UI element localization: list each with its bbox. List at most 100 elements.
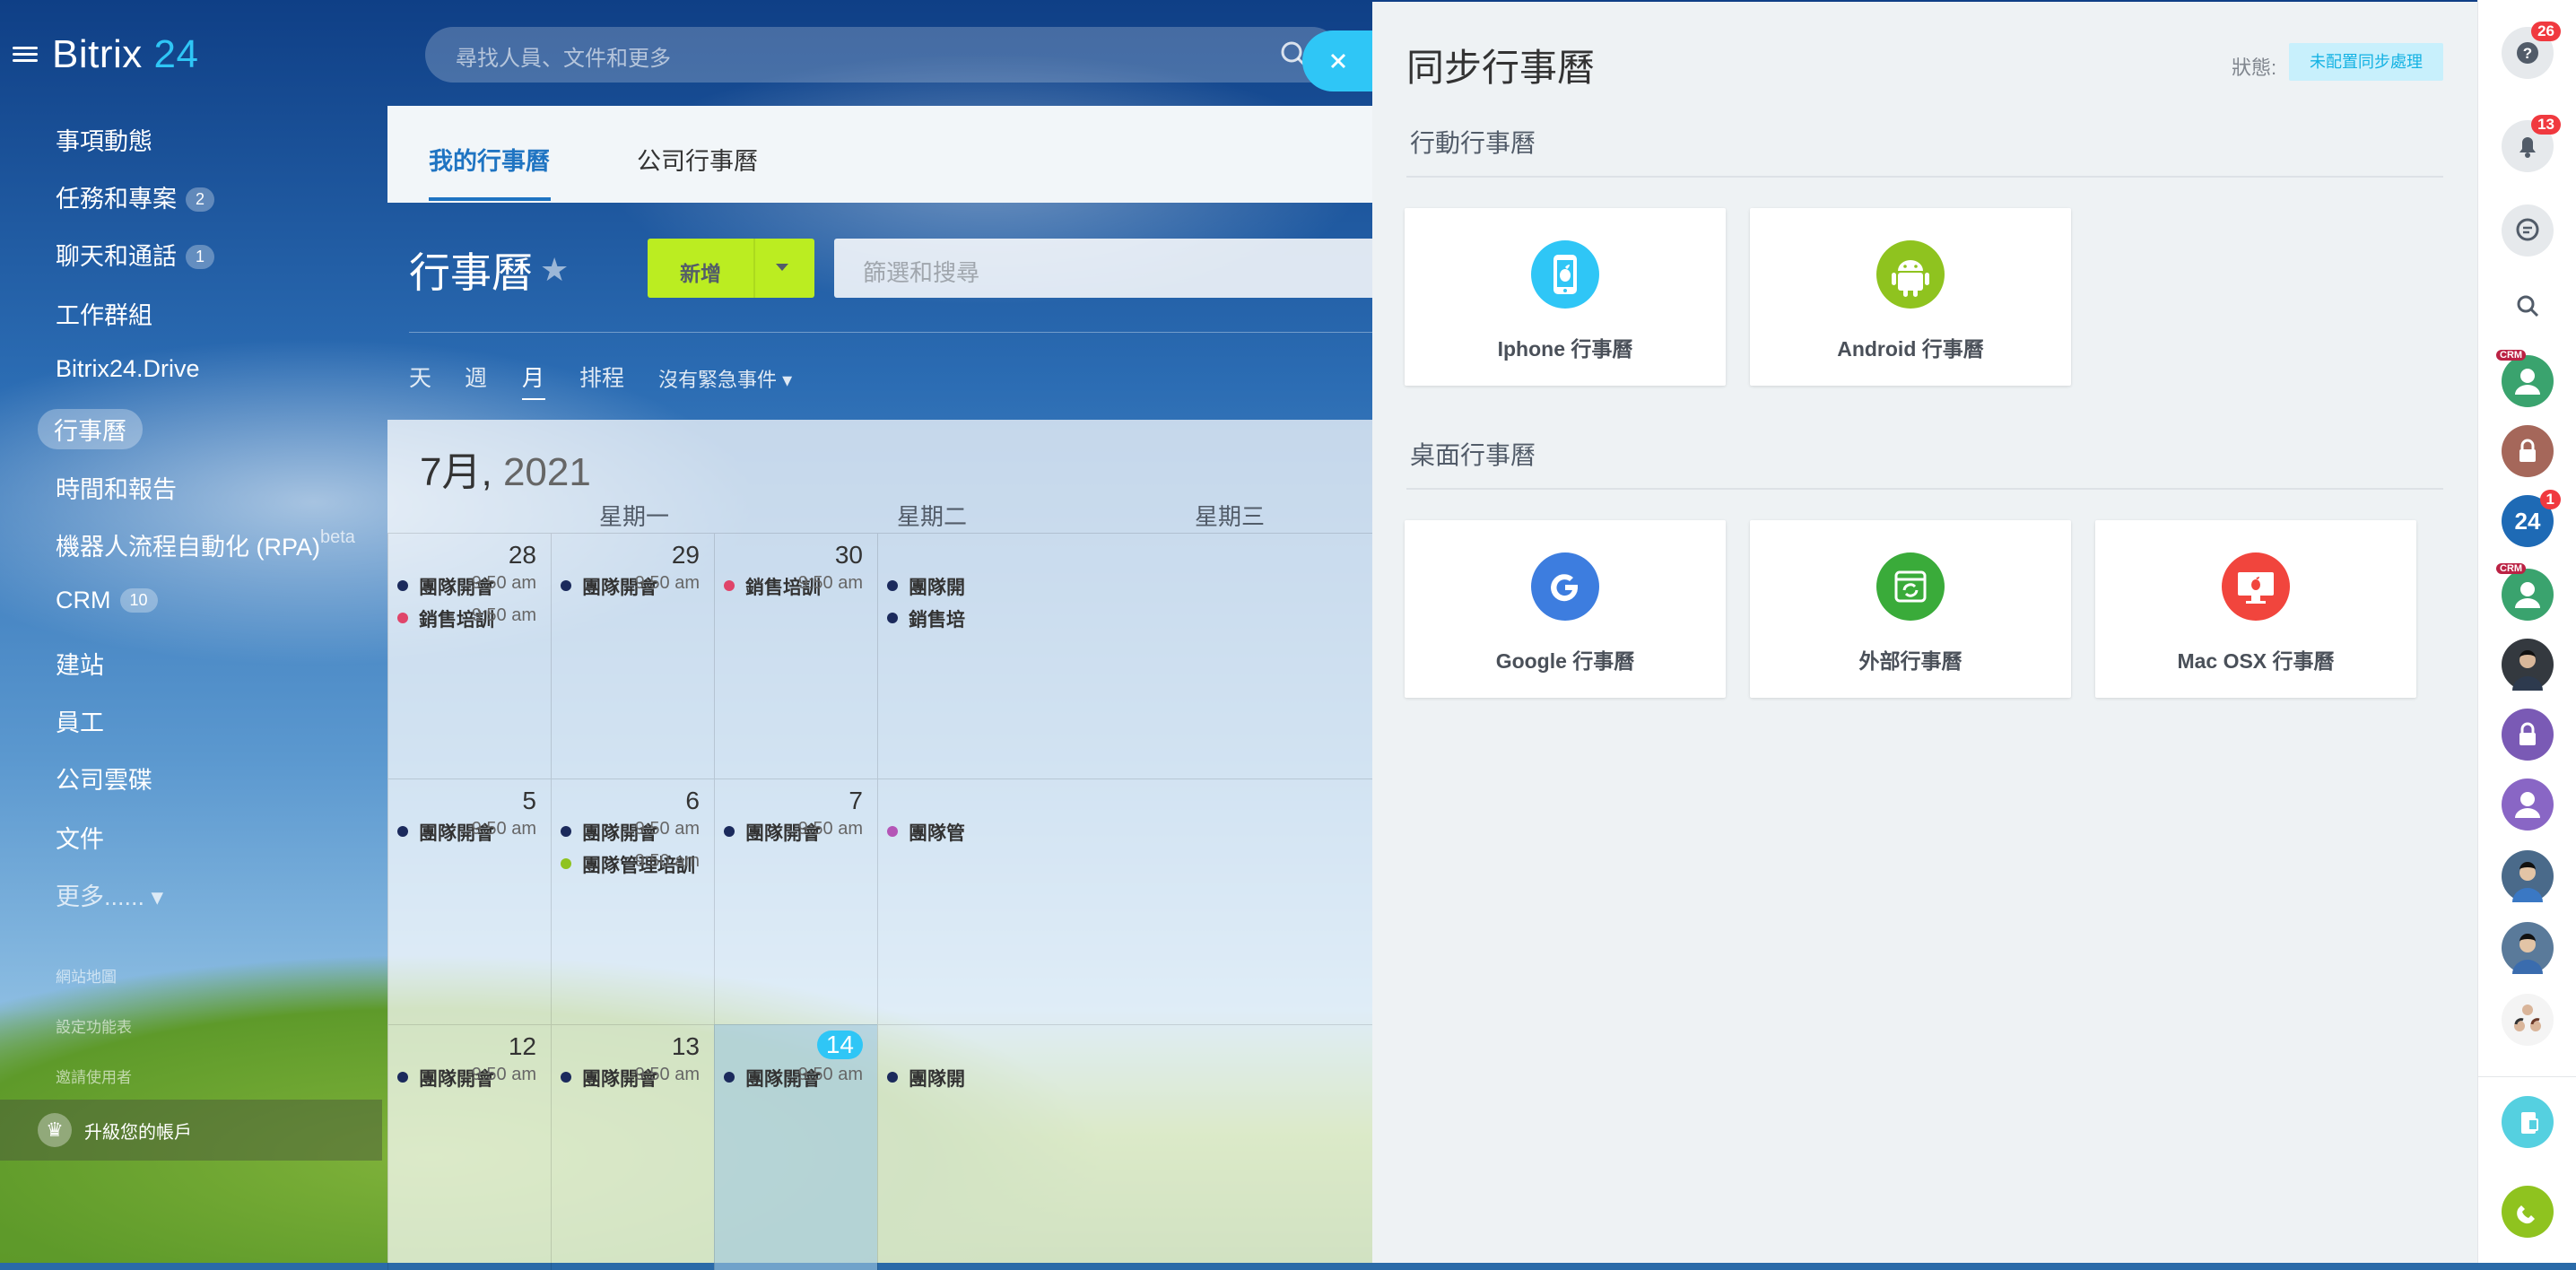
calendar-day-cell[interactable]: 團隊管 <box>877 779 1379 1024</box>
external-calendar-card[interactable]: 外部行事曆 <box>1750 520 2071 698</box>
locked-chat-avatar[interactable] <box>2502 709 2554 761</box>
sync-calendar-icon <box>1876 552 1945 621</box>
iphone-calendar-card[interactable]: Iphone 行事曆 <box>1405 208 1726 386</box>
calendar-workarea: 我的行事曆 公司行事曆 行事曆 ★ 新增 篩選和搜尋 天 週 月 排程 沒有緊急… <box>387 106 1390 1270</box>
calendar-event[interactable]: 團隊開會 9:50 am <box>559 819 700 846</box>
day-number[interactable]: 7 <box>849 787 863 815</box>
chat-button[interactable] <box>2502 204 2554 257</box>
day-number[interactable]: 5 <box>522 787 536 815</box>
tab-company-calendar[interactable]: 公司行事曆 <box>637 142 758 177</box>
calendar-day-cell[interactable]: 30 銷售培訓 9:50 am <box>714 533 877 779</box>
locked-chat-avatar[interactable] <box>2502 425 2554 477</box>
sidebar-item-documents[interactable]: 文件 <box>56 820 104 855</box>
global-search-input[interactable]: 尋找人員、文件和更多 <box>425 27 1340 83</box>
hamburger-menu-icon[interactable] <box>13 43 38 63</box>
status-badge: 未配置同步處理 <box>2289 43 2443 81</box>
calendar-event[interactable]: 團隊開 <box>885 573 993 600</box>
add-event-button[interactable]: 新增 <box>648 239 814 298</box>
day-number[interactable]: 29 <box>672 541 700 570</box>
calendar-event[interactable]: 銷售培訓 9:50 am <box>722 573 863 600</box>
user-avatar-photo[interactable] <box>2502 639 2554 691</box>
calendar-day-cell[interactable]: 團隊開 <box>877 1024 1379 1270</box>
day-number[interactable]: 14 <box>816 1031 863 1059</box>
sidebar-item-time-reports[interactable]: 時間和報告 <box>56 470 177 505</box>
user-avatar-photo[interactable] <box>2502 850 2554 902</box>
notifications-button[interactable]: 13 <box>2502 115 2561 172</box>
calendar-day-cell[interactable]: 28 團隊開會 9:50 am 銷售培訓 9:50 am <box>387 533 551 779</box>
calendar-day-cell[interactable]: 14 團隊開會 9:50 am <box>714 1024 877 1270</box>
sidebar-item-chat[interactable]: 聊天和通話 1 <box>56 237 215 272</box>
apple-phone-icon <box>1531 240 1599 309</box>
calendar-event[interactable]: 團隊開會 9:50 am <box>559 1065 700 1092</box>
bitrix24-logo[interactable]: Bitrix 24 <box>52 32 198 77</box>
calendar-day-cell[interactable]: 7 團隊開會 9:50 am <box>714 779 877 1024</box>
view-day[interactable]: 天 <box>409 361 431 393</box>
month-label: 7月, 2021 <box>420 450 591 494</box>
calendar-day-cell[interactable]: 13 團隊開會 9:50 am <box>551 1024 714 1270</box>
telephony-button[interactable] <box>2502 1096 2554 1148</box>
calendar-event[interactable]: 團隊開會 9:50 am <box>559 573 700 600</box>
search-button[interactable] <box>2502 280 2554 332</box>
urgent-events-filter[interactable]: 沒有緊急事件 ▾ <box>658 364 792 393</box>
calendar-event[interactable]: 銷售培訓 9:50 am <box>396 605 536 632</box>
upgrade-account-button[interactable]: ♛ 升級您的帳戶 <box>0 1100 382 1161</box>
calendar-day-cell[interactable]: 5 團隊開會 9:50 am <box>387 779 551 1024</box>
svg-text:?: ? <box>2523 45 2532 62</box>
calendar-day-cell[interactable]: 29 團隊開會 9:50 am <box>551 533 714 779</box>
sidebar-item-sites[interactable]: 建站 <box>56 646 104 681</box>
filter-search-input[interactable]: 篩選和搜尋 <box>834 239 1390 298</box>
sidebar-item-company-drive[interactable]: 公司雲碟 <box>56 761 152 796</box>
sidebar-item-employees[interactable]: 員工 <box>56 703 104 738</box>
help-badge: 26 <box>2531 22 2561 41</box>
view-week[interactable]: 週 <box>465 361 487 393</box>
sidebar-sitemap-link[interactable]: 網站地圖 <box>56 964 117 987</box>
event-color-dot <box>561 1072 571 1083</box>
calendar-event[interactable]: 團隊開 <box>885 1065 993 1092</box>
chevron-down-icon[interactable] <box>776 264 788 271</box>
crm-contact-avatar[interactable]: CRM <box>2496 563 2554 621</box>
sidebar-item-workgroups[interactable]: 工作群組 <box>56 296 152 331</box>
sidebar-item-calendar[interactable]: 行事曆 <box>38 409 143 449</box>
calendar-event[interactable]: 團隊開會 9:50 am <box>396 1065 536 1092</box>
calendar-event[interactable]: 團隊管 <box>885 819 993 846</box>
calendar-event[interactable]: 團隊開會 9:50 am <box>396 819 536 846</box>
sidebar-item-crm[interactable]: CRM 10 <box>56 587 158 614</box>
google-calendar-card[interactable]: Google 行事曆 <box>1405 520 1726 698</box>
calendar-day-cell[interactable]: 團隊開 銷售培 <box>877 533 1379 779</box>
help-button[interactable]: ? 26 <box>2502 22 2561 79</box>
group-avatar-photo[interactable] <box>2502 994 2554 1046</box>
mac-osx-calendar-card[interactable]: Mac OSX 行事曆 <box>2095 520 2416 698</box>
view-schedule[interactable]: 排程 <box>579 361 624 393</box>
star-icon[interactable]: ★ <box>540 251 569 289</box>
sidebar-invite-users-link[interactable]: 邀請使用者 <box>56 1065 132 1087</box>
user-avatar[interactable] <box>2502 779 2554 831</box>
sidebar-item-rpa[interactable]: 機器人流程自動化 (RPA)beta <box>56 527 355 562</box>
day-number[interactable]: 13 <box>672 1032 700 1061</box>
call-button[interactable] <box>2502 1186 2554 1238</box>
calendar-day-cell[interactable]: 12 團隊開會 9:50 am <box>387 1024 551 1270</box>
event-time: 9:50 am <box>634 573 700 593</box>
calendar-event[interactable]: 團隊管理培訓 9:50 am <box>559 851 700 878</box>
sidebar-item-more[interactable]: 更多...... ▾ <box>56 877 163 912</box>
day-number[interactable]: 28 <box>509 541 536 570</box>
sidebar-configure-menu-link[interactable]: 設定功能表 <box>56 1014 132 1037</box>
day-number[interactable]: 12 <box>509 1032 536 1061</box>
crm-tag: CRM <box>2496 563 2527 574</box>
calendar-event[interactable]: 團隊開會 9:50 am <box>396 573 536 600</box>
sidebar-item-tasks[interactable]: 任務和專案 2 <box>56 179 215 214</box>
calendar-event[interactable]: 團隊開會 9:50 am <box>722 819 863 846</box>
crm-contact-avatar[interactable]: CRM <box>2496 350 2554 407</box>
day-number[interactable]: 6 <box>685 787 700 815</box>
calendar-event[interactable]: 團隊開會 9:50 am <box>722 1065 863 1092</box>
calendar-event[interactable]: 銷售培 <box>885 605 993 632</box>
bitrix24-chat-avatar[interactable]: 24 1 <box>2502 490 2561 547</box>
sidebar-item-activity-stream[interactable]: 事項動態 <box>56 122 152 157</box>
user-avatar-photo[interactable] <box>2502 922 2554 974</box>
day-number[interactable]: 30 <box>835 541 863 570</box>
calendar-day-cell[interactable]: 6 團隊開會 9:50 am 團隊管理培訓 9:50 am <box>551 779 714 1024</box>
close-slider-button[interactable] <box>1302 30 1374 91</box>
sidebar-item-drive[interactable]: Bitrix24.Drive <box>56 355 200 383</box>
view-month[interactable]: 月 <box>522 361 544 393</box>
tab-my-calendar[interactable]: 我的行事曆 <box>429 142 550 177</box>
android-calendar-card[interactable]: Android 行事曆 <box>1750 208 2071 386</box>
